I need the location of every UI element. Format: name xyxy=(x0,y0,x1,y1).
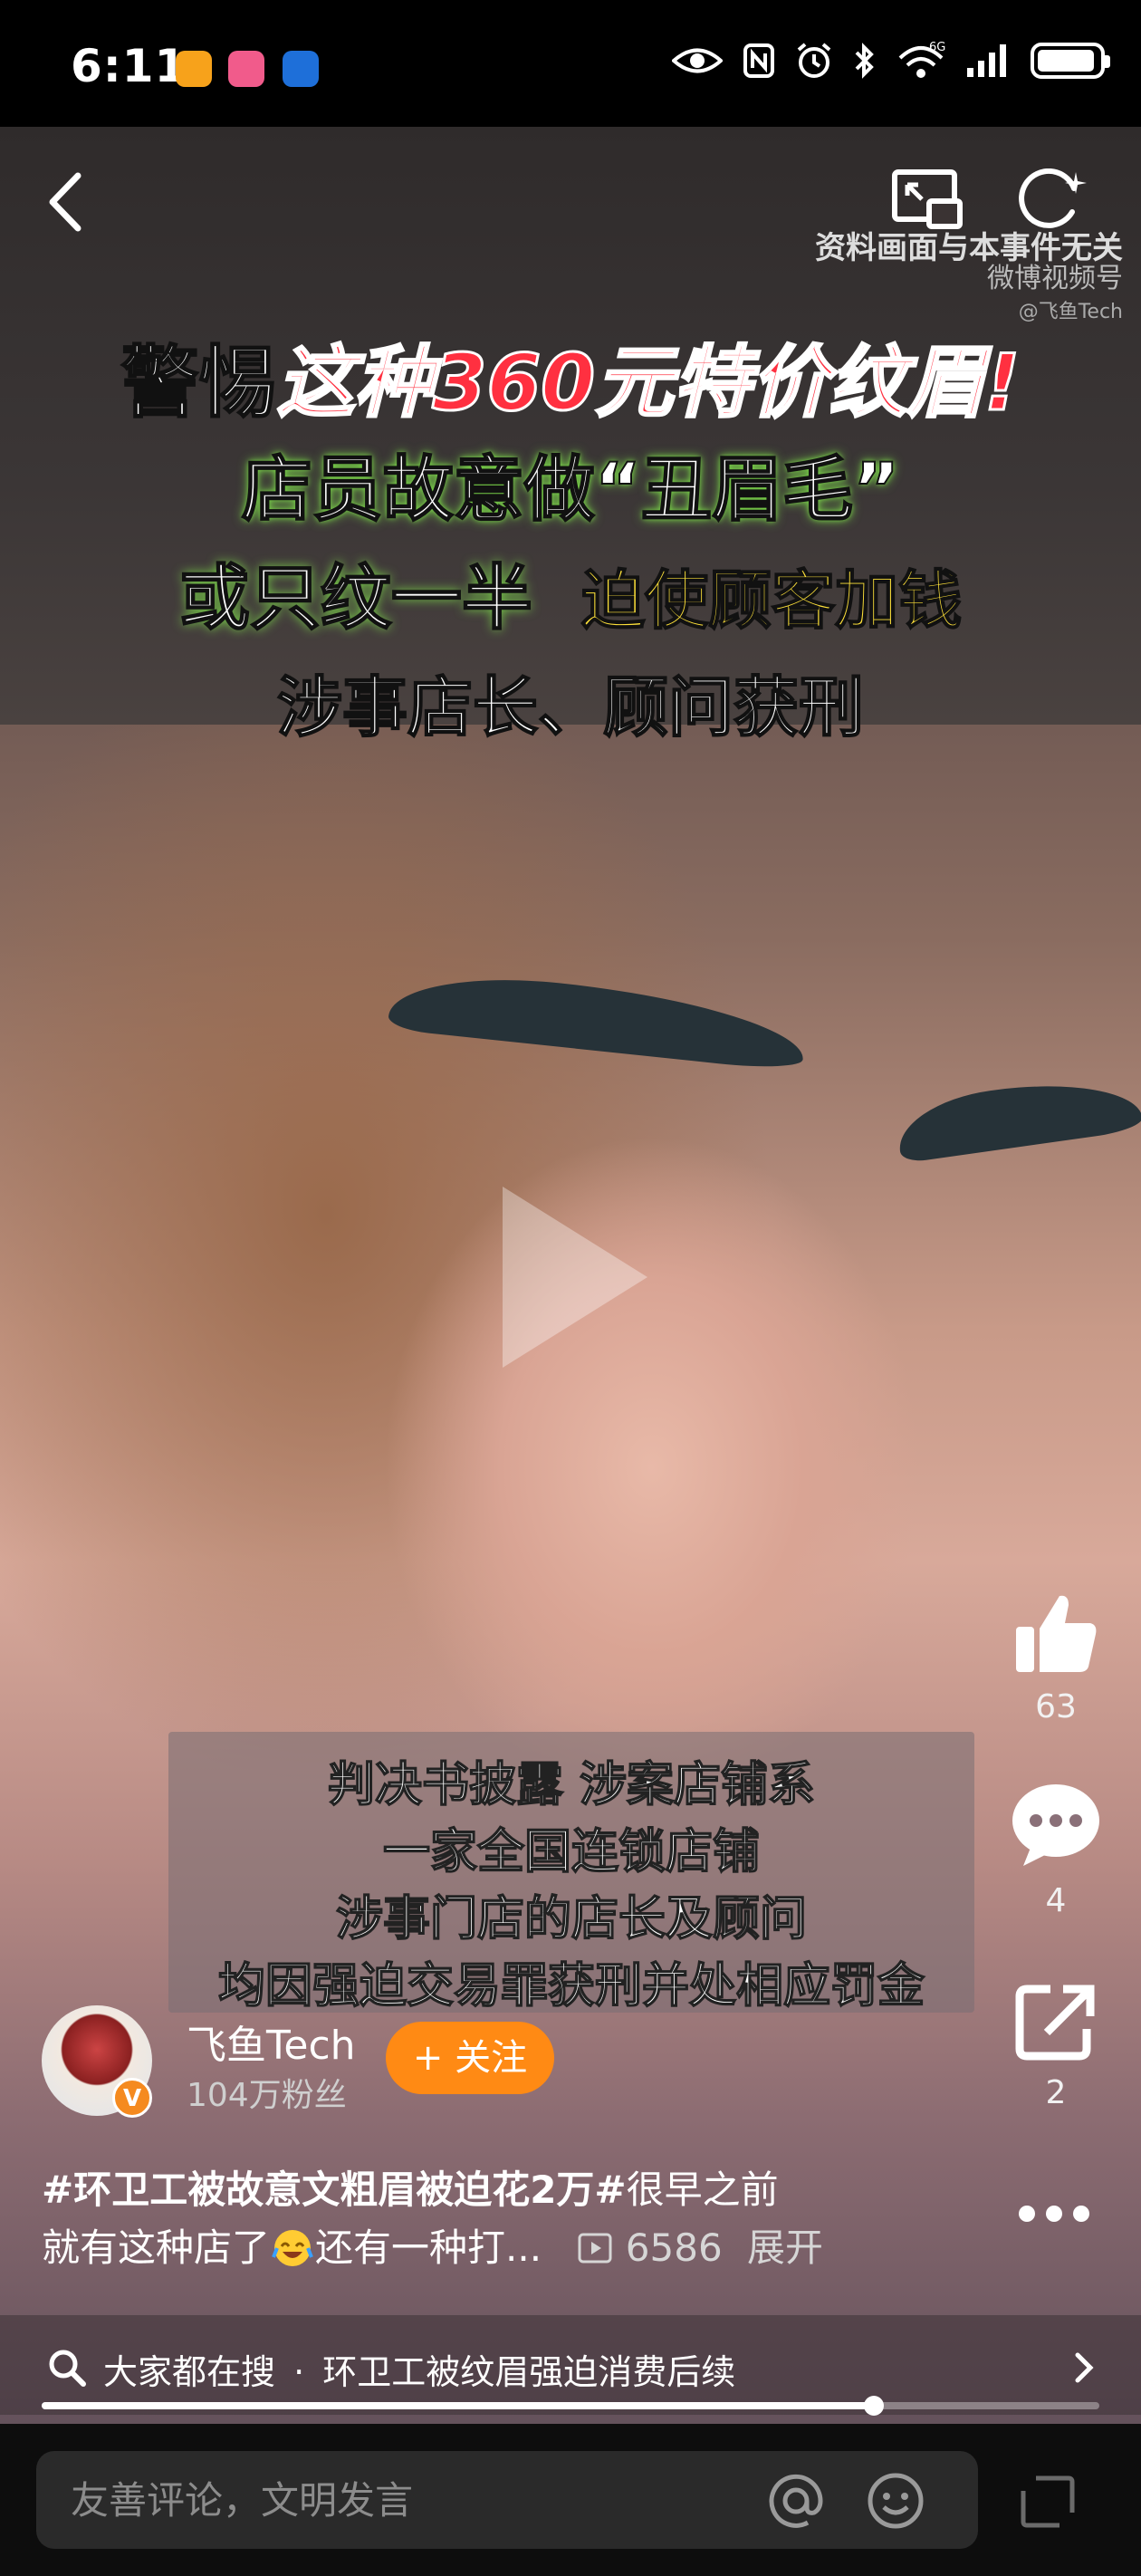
follow-button[interactable]: + 关注 xyxy=(386,2022,554,2094)
like-count: 63 xyxy=(1035,1688,1077,1725)
subtitle-line: 均因强迫交易罪获刑并处相应罚金 xyxy=(217,1958,925,2014)
comment-icon[interactable] xyxy=(1009,1781,1103,1868)
bluetooth-icon xyxy=(855,43,874,79)
play-count: 6586 xyxy=(577,2225,734,2270)
svg-text:6G: 6G xyxy=(929,42,945,54)
share-icon[interactable] xyxy=(1014,1980,1099,2062)
subtitle-line: 涉事门店的店长及顾问 xyxy=(335,1891,808,1947)
status-time: 6:11 xyxy=(71,40,187,92)
laugh-emoji-icon xyxy=(272,2230,313,2266)
app-notification-icon xyxy=(283,51,319,87)
app-notification-icon xyxy=(176,51,212,87)
more-icon[interactable] xyxy=(1016,2203,1092,2225)
emoji-icon[interactable] xyxy=(866,2471,925,2531)
banner-line-4: 涉事店长、顾问获刑 xyxy=(276,668,865,746)
status-icons: 6G xyxy=(672,42,1110,80)
expand-link[interactable]: 展开 xyxy=(747,2225,823,2270)
video-progress-fill xyxy=(42,2402,875,2409)
post-description-line-1[interactable]: #环卫工被故意文粗眉被迫花2万#很早之前 xyxy=(42,2159,779,2215)
banner-line-3: 或只纹一半 迫使顾客加钱 xyxy=(178,557,963,640)
play-count-icon xyxy=(578,2233,612,2264)
app-notification-icon xyxy=(228,51,264,87)
pip-icon[interactable] xyxy=(891,168,964,232)
refresh-icon[interactable] xyxy=(1018,168,1090,232)
banner-line-2: 店员故意做“丑眉毛” xyxy=(241,448,901,532)
nfc-icon xyxy=(743,43,774,78)
eye-icon xyxy=(672,48,723,73)
search-icon xyxy=(49,2350,86,2387)
subtitle-line: 判决书披露 涉案店铺系 xyxy=(327,1757,816,1813)
battery-icon xyxy=(1031,43,1110,79)
watermark-source: 微博视频号 xyxy=(987,263,1123,294)
status-bar: 6:11 6G xyxy=(0,0,1141,127)
comment-count: 4 xyxy=(1045,1882,1067,1919)
back-icon[interactable] xyxy=(43,170,89,234)
verified-badge-icon: V xyxy=(112,2078,152,2118)
trending-search-text[interactable]: 大家都在搜 · 环卫工被纹眉强迫消费后续 xyxy=(103,2344,735,2394)
comment-input[interactable] xyxy=(36,2451,978,2549)
wifi-icon: 6G xyxy=(898,42,945,78)
author-name[interactable]: 飞鱼Tech xyxy=(187,2013,356,2071)
expand-fullscreen-icon[interactable] xyxy=(1020,2475,1076,2529)
mention-icon[interactable] xyxy=(766,2471,826,2531)
video-progress-bar[interactable] xyxy=(42,2396,1099,2416)
hashtag-link[interactable]: #环卫工被故意文粗眉被迫花2万# xyxy=(42,2167,627,2212)
like-icon[interactable] xyxy=(1012,1591,1099,1677)
subtitle-line: 一家全国连锁店铺 xyxy=(382,1824,761,1880)
play-icon[interactable] xyxy=(503,1187,647,1368)
share-count: 2 xyxy=(1045,2074,1067,2111)
banner-line-1: 警惕这种360元特价纹眉! xyxy=(120,337,1021,430)
watermark-handle: @飞鱼Tech xyxy=(1018,301,1123,323)
cellular-signal-icon xyxy=(967,44,1006,77)
post-description-line-2[interactable]: 就有这种店了 还有一种打... 6586 展开 xyxy=(42,2217,823,2273)
author-fans: 104万粉丝 xyxy=(187,2077,347,2114)
chevron-right-icon[interactable] xyxy=(1072,2350,1096,2386)
alarm-icon xyxy=(797,43,831,78)
